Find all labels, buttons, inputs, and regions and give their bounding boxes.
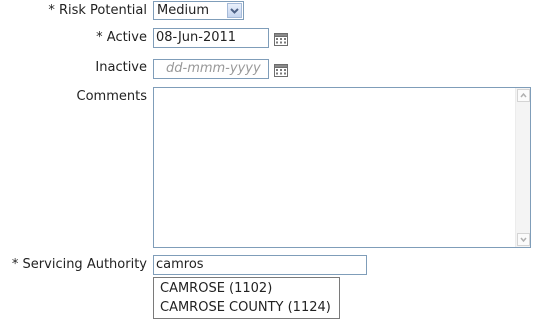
inactive-date-input[interactable]: dd-mmm-yyyy (153, 59, 269, 79)
risk-potential-label: * Risk Potential (48, 3, 147, 18)
active-calendar-button[interactable] (273, 31, 289, 47)
calendar-icon (274, 33, 288, 46)
autocomplete-item[interactable]: CAMROSE COUNTY (1124) (160, 298, 331, 318)
chevron-down-icon (230, 8, 239, 14)
select-dropdown-button[interactable] (227, 3, 242, 18)
servicing-authority-label: * Servicing Authority (11, 257, 147, 272)
arrow-up-icon (520, 92, 527, 98)
risk-potential-select[interactable]: Medium (153, 1, 244, 20)
autocomplete-item[interactable]: CAMROSE (1102) (160, 279, 272, 299)
arrow-down-icon (520, 237, 527, 243)
servicing-authority-input[interactable]: camros (153, 255, 367, 275)
scroll-down-button[interactable] (517, 233, 530, 246)
autocomplete-list: CAMROSE (1102) CAMROSE COUNTY (1124) (153, 277, 340, 319)
inactive-label: Inactive (95, 60, 147, 75)
comments-scrollbar[interactable] (515, 88, 530, 247)
comments-label: Comments (76, 89, 147, 104)
calendar-icon (274, 64, 288, 77)
inactive-calendar-button[interactable] (273, 62, 289, 78)
active-label: * Active (96, 30, 147, 45)
scroll-up-button[interactable] (517, 89, 530, 102)
comments-textarea[interactable] (153, 87, 531, 248)
active-date-input[interactable]: 08-Jun-2011 (153, 28, 269, 48)
risk-potential-selected-value: Medium (157, 3, 209, 18)
